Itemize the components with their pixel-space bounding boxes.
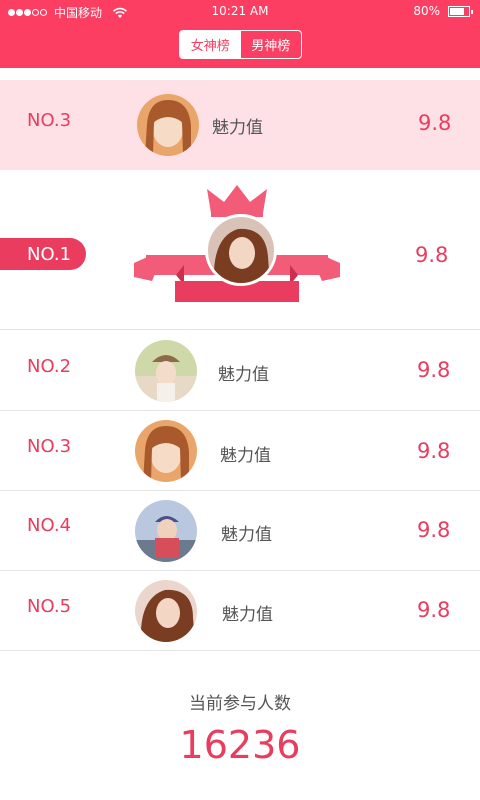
score-value: 9.8: [415, 243, 449, 267]
avatar[interactable]: [135, 340, 197, 402]
avatar[interactable]: [137, 94, 199, 156]
avatar[interactable]: [135, 580, 197, 642]
avatar-photo: [135, 500, 197, 562]
tab-goddess-ranking[interactable]: 女神榜: [180, 31, 241, 58]
charm-label: 魅力值: [221, 525, 272, 545]
ranking-tab-switcher: 女神榜 男神榜: [179, 30, 302, 59]
charm-label: 魅力值: [218, 365, 269, 385]
avatar-photo: [135, 420, 197, 482]
charm-label: 魅力值: [212, 118, 263, 138]
participants-count: 16236: [179, 723, 301, 767]
participants-label: 当前参与人数: [189, 694, 291, 714]
avatar[interactable]: [135, 420, 197, 482]
score-value: 9.8: [417, 439, 451, 463]
ranking-row[interactable]: NO.2 魅力值 9.8: [0, 330, 480, 411]
ranking-row[interactable]: NO.4 魅力值 9.8: [0, 491, 480, 571]
avatar-photo: [208, 217, 274, 283]
avatar-photo: [137, 94, 199, 156]
battery-icon: [448, 5, 473, 17]
avatar[interactable]: [135, 500, 197, 562]
rank-label: NO.3: [27, 436, 72, 457]
score-value: 9.8: [418, 111, 452, 135]
battery-percent: 80%: [413, 4, 440, 18]
rank-label: NO.2: [27, 356, 72, 377]
score-value: 9.8: [417, 598, 451, 622]
score-value: 9.8: [417, 518, 451, 542]
crown-icon: [207, 185, 267, 213]
rank-label: NO.5: [27, 596, 72, 617]
avatar-photo: [135, 580, 197, 642]
rank-label: NO.3: [27, 110, 72, 131]
status-bar: 中国移动 10:21 AM 80%: [0, 0, 480, 24]
charm-label: 魅力值: [220, 446, 271, 466]
ranking-row[interactable]: NO.3 魅力值 9.8: [0, 411, 480, 491]
status-right: 80%: [413, 4, 473, 18]
my-rank-row[interactable]: NO.3 魅力值 9.8: [0, 80, 480, 170]
avatar-photo: [135, 340, 197, 402]
rank-label: NO.4: [27, 515, 72, 536]
charm-label: 魅力值: [222, 605, 273, 625]
header-bar: 中国移动 10:21 AM 80% 女神榜 男神榜: [0, 0, 480, 68]
score-value: 9.8: [417, 358, 451, 382]
tab-god-ranking[interactable]: 男神榜: [241, 31, 302, 58]
status-time: 10:21 AM: [211, 4, 269, 18]
rank-badge-first: NO.1: [0, 238, 86, 270]
avatar[interactable]: [205, 214, 277, 286]
ranking-row[interactable]: NO.5 魅力值 9.8: [0, 571, 480, 651]
